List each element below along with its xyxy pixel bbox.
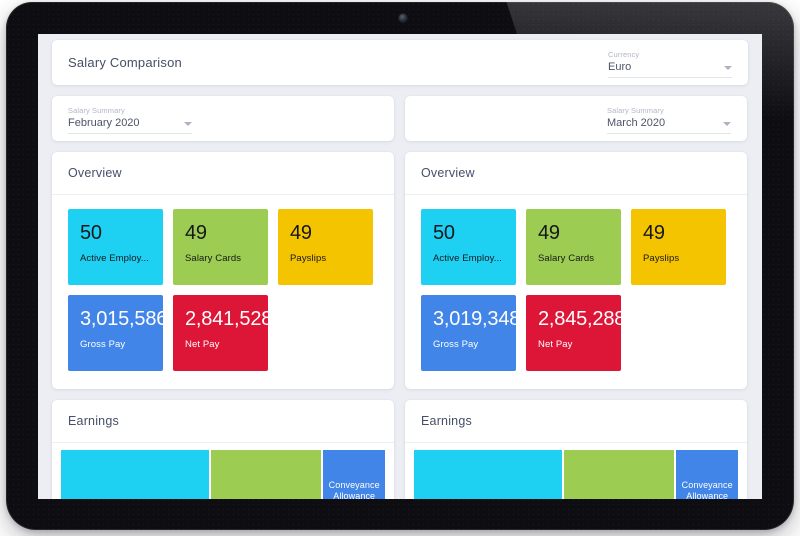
overview-tile[interactable]: 2,841,528 Net Pay <box>173 295 273 371</box>
overview-tile[interactable]: 50 Active Employ... <box>421 209 516 285</box>
overview-tile-label: Payslips <box>290 253 327 264</box>
page-title: Salary Comparison <box>68 55 182 70</box>
left-overview-title: Overview <box>68 166 122 180</box>
currency-select[interactable]: Currency Euro <box>608 47 732 78</box>
right-overview-title: Overview <box>421 166 475 180</box>
overview-tile[interactable]: 50 Active Employ... <box>68 209 163 285</box>
overview-tile[interactable]: 3,015,586 Gross Pay <box>68 295 168 371</box>
overview-tile-label: Active Employ... <box>80 253 149 264</box>
overview-tile-label: Net Pay <box>185 339 220 350</box>
left-earnings-body: Basic PayDearness Allowance622,850Convey… <box>52 443 394 499</box>
right-earnings-card: Earnings Basic PayDearness Allowance622,… <box>405 400 747 499</box>
treemap-block[interactable]: Dearness Allowance622,850 <box>209 449 323 499</box>
left-earnings-title: Earnings <box>68 414 119 428</box>
overview-tile[interactable]: 49 Payslips <box>631 209 726 285</box>
right-period-select-label: Salary Summary <box>607 106 664 115</box>
left-period-select[interactable]: Salary Summary February 2020 <box>68 103 192 134</box>
overview-tile-label: Gross Pay <box>80 339 126 350</box>
right-earnings-header: Earnings <box>405 400 747 443</box>
right-overview-tiles: 50 Active Employ... 49 Salary Cards 49 Paysli… <box>405 195 747 389</box>
overview-tile[interactable]: 49 Salary Cards <box>526 209 621 285</box>
tablet-mockup: Salary Comparison Currency Euro Salary S… <box>0 0 800 536</box>
overview-tile[interactable]: 3,019,348 Gross Pay <box>421 295 521 371</box>
right-overview-card: Overview 50 Active Employ... 49 Salary Card… <box>405 152 747 389</box>
overview-tile-value: 49 <box>290 222 312 244</box>
overview-tile-value: 49 <box>538 222 560 244</box>
treemap-block[interactable]: Conveyance Allowance249,140 <box>675 449 739 499</box>
chevron-down-icon <box>723 122 731 126</box>
overview-tile-label: Payslips <box>643 253 680 264</box>
treemap-block[interactable]: Dearness Allowance622,850 <box>562 449 676 499</box>
tablet-screen: Salary Comparison Currency Euro Salary S… <box>38 34 762 499</box>
left-earnings-column: Earnings Basic PayDearness Allowance622,… <box>52 400 394 499</box>
left-overview-tiles: 50 Active Employ... 49 Salary Cards 49 Paysli… <box>52 195 394 389</box>
currency-select-label: Currency <box>608 50 640 59</box>
left-earnings-card: Earnings Basic PayDearness Allowance622,… <box>52 400 394 499</box>
right-period-select[interactable]: Salary Summary March 2020 <box>607 103 731 134</box>
overview-tile-label: Salary Cards <box>185 253 242 264</box>
overview-tile[interactable]: 49 Payslips <box>278 209 373 285</box>
left-column-selector: Salary Summary February 2020 <box>52 96 394 152</box>
right-period-select-value: March 2020 <box>607 117 666 129</box>
overview-tile-label: Gross Pay <box>433 339 479 350</box>
treemap-block-name: Conveyance Allowance <box>328 479 380 499</box>
overview-tile-value: 2,845,288 <box>538 308 626 330</box>
right-column-selector: Salary Summary March 2020 <box>405 96 747 152</box>
chevron-down-icon <box>184 122 192 126</box>
overview-tile-value: 50 <box>433 222 455 244</box>
right-earnings-title: Earnings <box>421 414 472 428</box>
overview-tile-label: Net Pay <box>538 339 573 350</box>
right-earnings-column: Earnings Basic PayDearness Allowance622,… <box>405 400 747 499</box>
currency-select-value: Euro <box>608 61 632 73</box>
overview-tile-value: 2,841,528 <box>185 308 273 330</box>
left-period-card: Salary Summary February 2020 <box>52 96 394 141</box>
app-header: Salary Comparison Currency Euro <box>52 40 748 85</box>
left-overview-card: Overview 50 Active Employ... 49 Salary Card… <box>52 152 394 389</box>
treemap-block[interactable]: Conveyance Allowance249,140 <box>322 449 386 499</box>
left-earnings-treemap: Basic PayDearness Allowance622,850Convey… <box>60 449 386 499</box>
overview-tile-value: 50 <box>80 222 102 244</box>
overview-tile-label: Active Employ... <box>433 253 502 264</box>
right-earnings-treemap: Basic PayDearness Allowance622,850Convey… <box>413 449 739 499</box>
overview-tile-value: 3,019,348 <box>433 308 521 330</box>
treemap-block[interactable]: Basic Pay <box>60 449 210 499</box>
overview-tile-value: 49 <box>643 222 665 244</box>
right-earnings-body: Basic PayDearness Allowance622,850Convey… <box>405 443 747 499</box>
left-period-select-value: February 2020 <box>68 117 140 129</box>
period-selector-row: Salary Summary February 2020 Salary Summ… <box>52 96 748 152</box>
treemap-block-name: Conveyance Allowance <box>681 479 733 499</box>
earnings-row: Earnings Basic PayDearness Allowance622,… <box>52 400 748 499</box>
camera-lens-icon <box>399 14 407 22</box>
left-period-select-label: Salary Summary <box>68 106 125 115</box>
left-overview-column: Overview 50 Active Employ... 49 Salary Card… <box>52 152 394 389</box>
tablet-body: Salary Comparison Currency Euro Salary S… <box>6 2 794 530</box>
treemap-block[interactable]: Basic Pay <box>413 449 563 499</box>
overview-tile[interactable]: 2,845,288 Net Pay <box>526 295 626 371</box>
overview-tile-label: Salary Cards <box>538 253 595 264</box>
app-viewport: Salary Comparison Currency Euro Salary S… <box>38 34 762 499</box>
right-overview-header: Overview <box>405 152 747 195</box>
right-period-card: Salary Summary March 2020 <box>405 96 747 141</box>
overview-tile-value: 49 <box>185 222 207 244</box>
right-overview-column: Overview 50 Active Employ... 49 Salary Card… <box>405 152 747 389</box>
overview-tile[interactable]: 49 Salary Cards <box>173 209 268 285</box>
overview-row: Overview 50 Active Employ... 49 Salary Card… <box>52 152 748 389</box>
chevron-down-icon <box>724 66 732 70</box>
left-earnings-header: Earnings <box>52 400 394 443</box>
overview-tile-value: 3,015,586 <box>80 308 168 330</box>
left-overview-header: Overview <box>52 152 394 195</box>
